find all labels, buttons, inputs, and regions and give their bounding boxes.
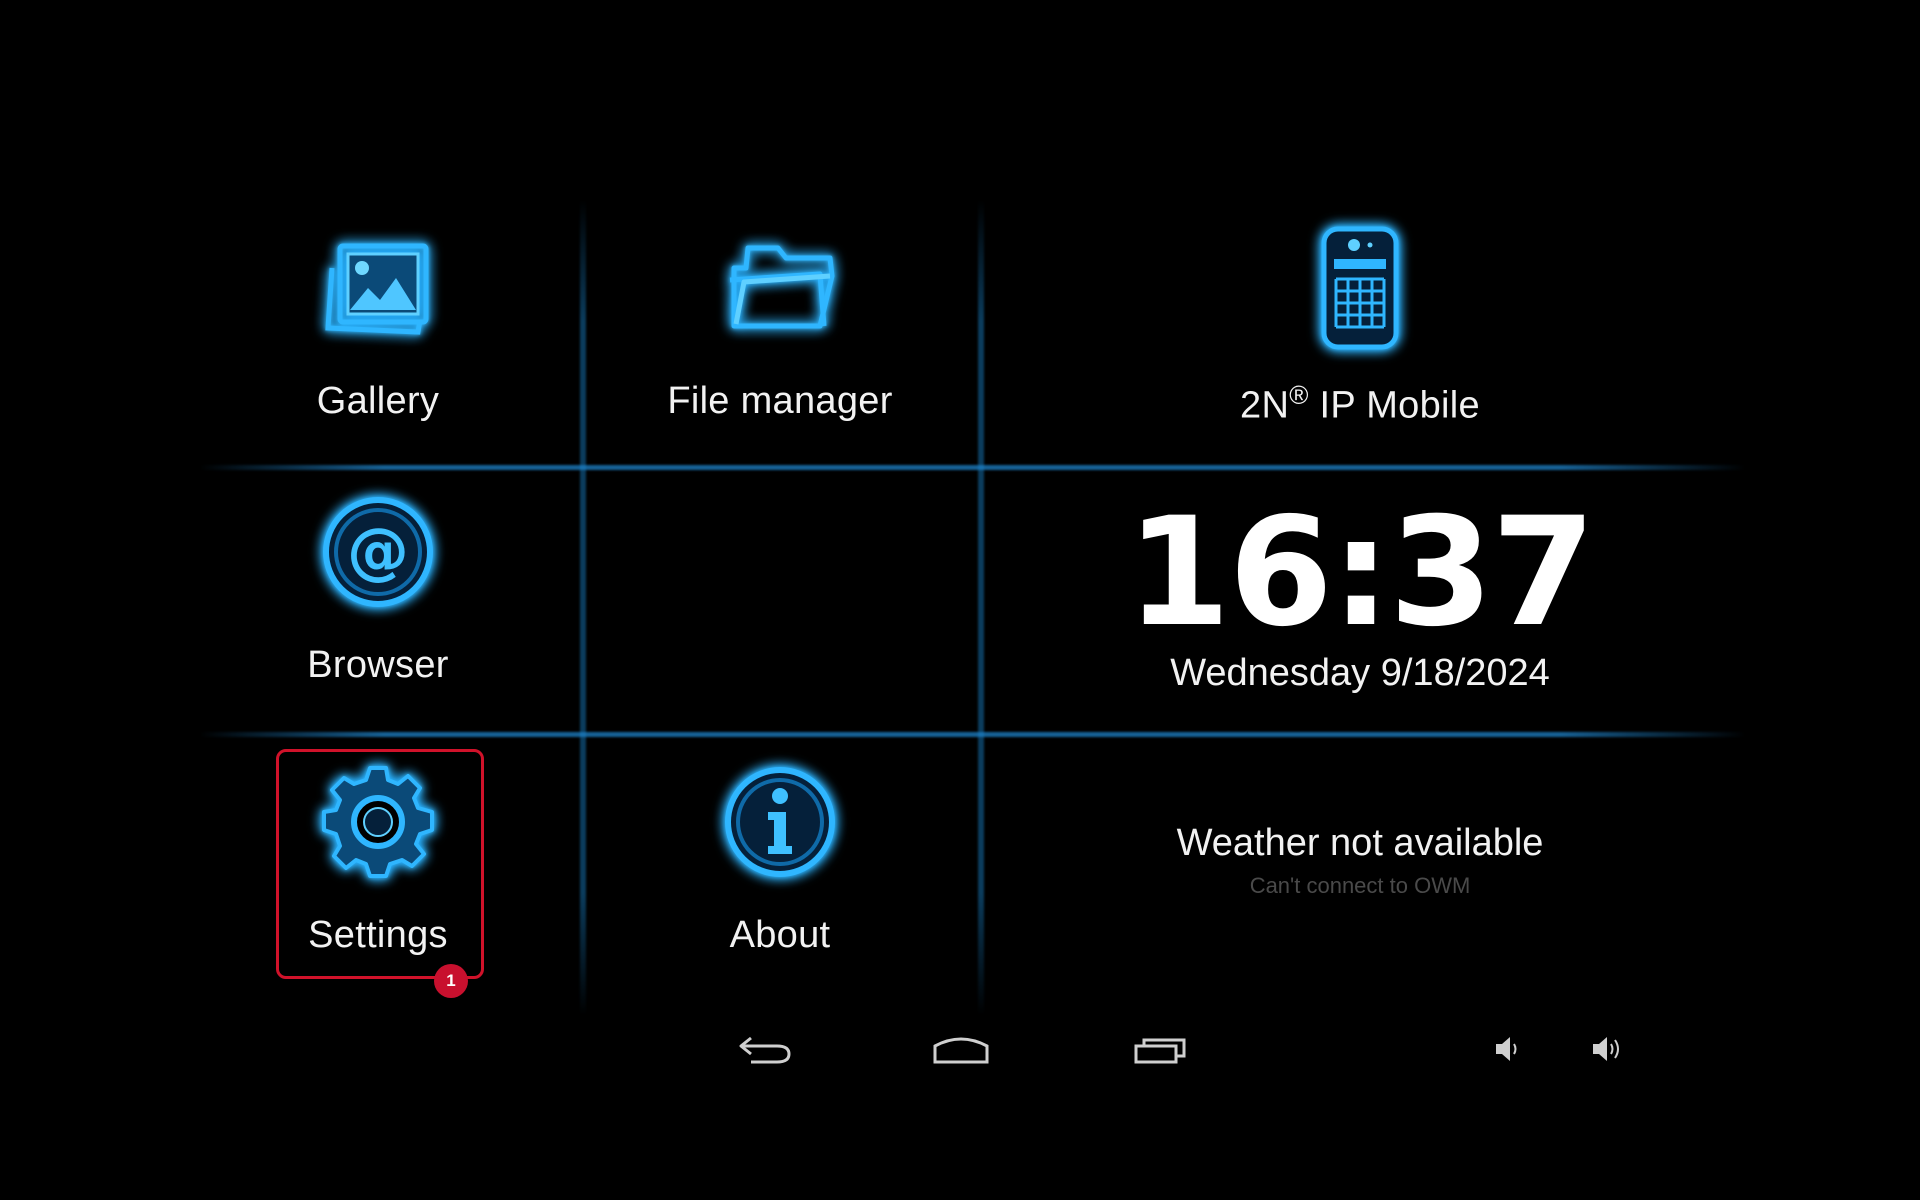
volume-down-button[interactable] bbox=[1462, 1020, 1552, 1082]
grid-divider-horizontal-2 bbox=[200, 732, 1745, 737]
back-button[interactable] bbox=[720, 1020, 810, 1082]
grid-divider-vertical-1 bbox=[580, 200, 586, 1015]
tile-settings-label: Settings bbox=[308, 914, 448, 956]
recent-apps-button[interactable] bbox=[1115, 1020, 1205, 1082]
tile-browser-label: Browser bbox=[307, 644, 449, 686]
svg-text:@: @ bbox=[347, 514, 409, 587]
folder-icon bbox=[710, 218, 850, 358]
tile-gallery[interactable]: Gallery bbox=[278, 218, 478, 423]
weather-title: Weather not available bbox=[1176, 822, 1544, 864]
tile-ip-mobile-label: 2N® IP Mobile bbox=[1240, 380, 1480, 428]
tile-browser[interactable]: @ Browser bbox=[278, 482, 478, 687]
clock-widget: 16:37 Wednesday 9/18/2024 bbox=[1010, 498, 1710, 695]
navigation-bar bbox=[0, 1020, 1920, 1082]
clock-time: 16:37 bbox=[1126, 486, 1595, 660]
ip-mobile-brand: 2N bbox=[1240, 384, 1290, 427]
volume-down-icon bbox=[1490, 1032, 1524, 1071]
gear-icon bbox=[308, 752, 448, 892]
home-icon bbox=[931, 1032, 991, 1071]
tile-gallery-label: Gallery bbox=[316, 380, 440, 422]
intercom-icon bbox=[1290, 218, 1430, 358]
weather-widget[interactable]: Weather not available Can't connect to O… bbox=[1010, 822, 1710, 899]
gallery-icon bbox=[308, 218, 448, 358]
step-badge: 1 bbox=[434, 964, 468, 998]
clock-date: Wednesday 9/18/2024 bbox=[1170, 652, 1550, 694]
info-icon bbox=[710, 752, 850, 892]
home-button[interactable] bbox=[916, 1020, 1006, 1082]
tile-file-manager[interactable]: File manager bbox=[640, 218, 920, 423]
back-icon bbox=[737, 1032, 793, 1071]
weather-subtitle: Can't connect to OWM bbox=[1249, 873, 1471, 898]
recent-apps-icon bbox=[1132, 1032, 1188, 1071]
grid-divider-horizontal-1 bbox=[200, 465, 1745, 470]
grid-divider-vertical-2 bbox=[978, 200, 984, 1015]
tile-ip-mobile[interactable]: 2N® IP Mobile bbox=[1160, 218, 1560, 428]
tile-about-label: About bbox=[729, 914, 831, 956]
volume-up-button[interactable] bbox=[1562, 1020, 1652, 1082]
ip-mobile-name: IP Mobile bbox=[1308, 384, 1480, 427]
home-screen: Gallery File manager 2N® IP Mobile @ Bro… bbox=[0, 0, 1920, 1200]
volume-up-icon bbox=[1587, 1032, 1627, 1071]
tile-settings[interactable]: Settings bbox=[278, 752, 478, 957]
tile-about[interactable]: About bbox=[680, 752, 880, 957]
tile-file-manager-label: File manager bbox=[667, 380, 893, 422]
registered-mark: ® bbox=[1289, 380, 1309, 410]
at-sign-icon: @ bbox=[308, 482, 448, 622]
